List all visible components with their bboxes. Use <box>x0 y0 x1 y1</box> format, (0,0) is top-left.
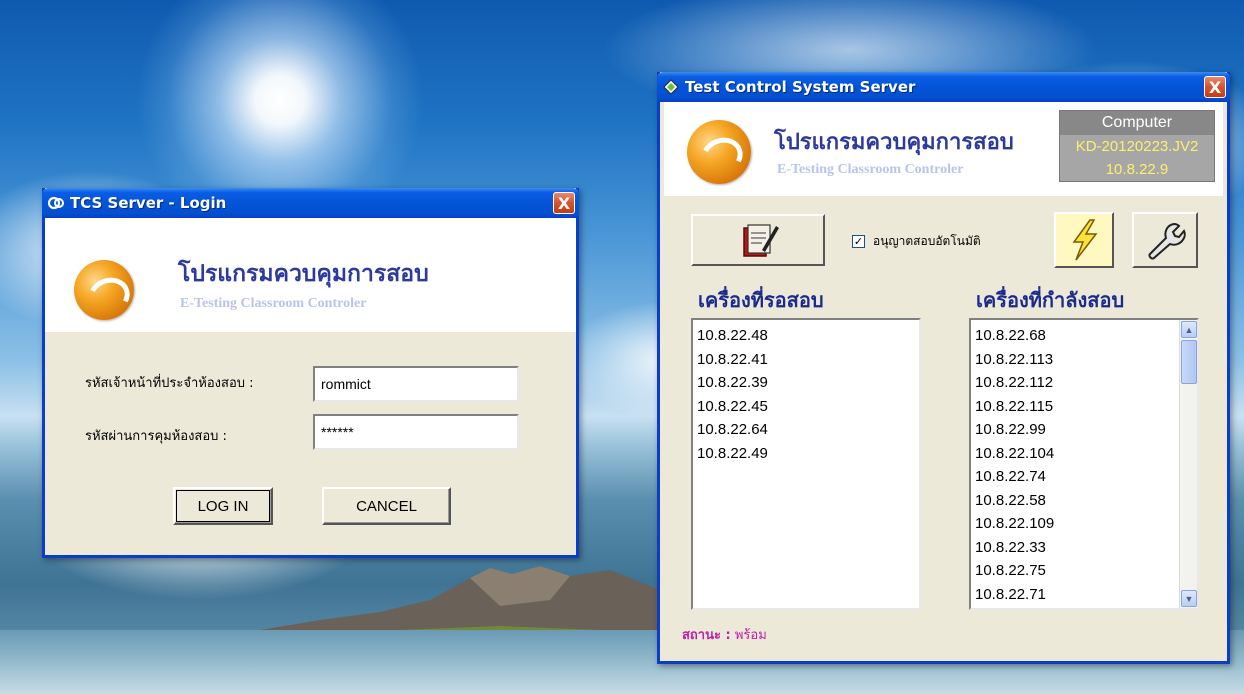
list-item[interactable]: 10.8.22.109 <box>975 512 1193 536</box>
computer-name: KD-20120223.JV2 <box>1075 138 1199 155</box>
tcs-icon <box>48 195 64 211</box>
list-item[interactable]: 10.8.22.68 <box>975 324 1193 348</box>
officer-id-field[interactable]: rommict <box>313 366 519 402</box>
list-item[interactable]: 10.8.22.113 <box>975 348 1193 372</box>
logo-english-title: E-Testing Classroom Controler <box>180 296 367 311</box>
exam-form-button[interactable] <box>691 214 825 266</box>
login-banner: โปรแกรมควบคุมการสอบ E-Testing Classroom … <box>45 218 576 332</box>
status-value: พร้อม <box>734 628 767 643</box>
list-item[interactable]: 10.8.22.104 <box>975 442 1193 466</box>
cancel-button[interactable]: CANCEL <box>322 487 451 525</box>
password-field[interactable]: ****** <box>313 414 519 450</box>
computer-header: Computer <box>1060 111 1214 135</box>
computer-info-box: Computer KD-20120223.JV2 10.8.22.9 <box>1059 110 1215 182</box>
list-item[interactable]: 10.8.22.33 <box>975 536 1193 560</box>
login-titlebar[interactable]: TCS Server - Login X <box>42 188 579 218</box>
e-testing-logo-icon <box>74 260 134 320</box>
logo-thai-title: โปรแกรมควบคุมการสอบ <box>774 129 1014 155</box>
logo-english-title: E-Testing Classroom Controler <box>777 162 964 177</box>
server-window-title: Test Control System Server <box>685 78 916 96</box>
list-item[interactable]: 10.8.22.64 <box>697 418 915 442</box>
auto-allow-row: ✓ อนุญาตสอบอัตโนมัติ <box>852 232 981 251</box>
testing-list-scrollbar[interactable]: ▲ ▼ <box>1179 320 1197 608</box>
waiting-list[interactable]: 10.8.22.48 10.8.22.41 10.8.22.39 10.8.22.45… <box>691 318 921 610</box>
list-item[interactable]: 10.8.22.58 <box>975 489 1193 513</box>
server-banner: โปรแกรมควบคุมการสอบ E-Testing Classroom … <box>664 102 1223 196</box>
waiting-list-heading: เครื่องที่รอสอบ <box>698 288 824 312</box>
e-testing-logo-icon <box>687 120 751 184</box>
list-item[interactable]: 10.8.22.49 <box>697 442 915 466</box>
list-item[interactable]: 10.8.22.75 <box>975 559 1193 583</box>
login-close-button[interactable]: X <box>553 192 575 214</box>
login-window-title: TCS Server - Login <box>70 194 227 212</box>
scroll-down-arrow-icon[interactable]: ▼ <box>1181 590 1197 607</box>
list-item[interactable]: 10.8.22.39 <box>697 371 915 395</box>
list-item[interactable]: 10.8.22.112 <box>975 371 1193 395</box>
scroll-thumb[interactable] <box>1181 340 1197 384</box>
list-item[interactable]: 10.8.22.41 <box>697 348 915 372</box>
list-item[interactable]: 10.8.22.71 <box>975 583 1193 607</box>
list-item[interactable]: 10.8.22.74 <box>975 465 1193 489</box>
scroll-up-arrow-icon[interactable]: ▲ <box>1181 321 1197 338</box>
login-window: TCS Server - Login X โปรแกรมควบคุมการสอบ… <box>42 188 579 558</box>
wrench-icon <box>1148 222 1186 260</box>
status-bar: สถานะ : พร้อม <box>682 624 767 645</box>
auto-allow-checkbox[interactable]: ✓ <box>852 235 865 248</box>
list-item[interactable]: 10.8.22.45 <box>697 395 915 419</box>
testing-list[interactable]: 10.8.22.68 10.8.22.113 10.8.22.112 10.8.22.… <box>969 318 1199 610</box>
lightning-icon <box>1072 219 1098 261</box>
password-label: รหัสผ่านการคุมห้องสอบ : <box>85 429 227 444</box>
list-item[interactable]: 10.8.22.115 <box>975 395 1193 419</box>
password-row: รหัสผ่านการคุมห้องสอบ : <box>85 425 227 446</box>
settings-button[interactable] <box>1132 212 1198 268</box>
computer-ip: 10.8.22.9 <box>1105 161 1169 178</box>
list-item[interactable]: 10.8.22.48 <box>697 324 915 348</box>
start-exam-button[interactable] <box>1054 212 1114 268</box>
tcs-diamond-icon <box>663 79 679 95</box>
exam-form-icon <box>743 224 779 257</box>
officer-id-label: รหัสเจ้าหน้าที่ประจำห้องสอบ : <box>85 376 254 391</box>
login-button[interactable]: LOG IN <box>173 487 273 525</box>
auto-allow-label: อนุญาตสอบอัตโนมัติ <box>873 234 981 248</box>
logo-thai-title: โปรแกรมควบคุมการสอบ <box>178 260 429 287</box>
server-close-button[interactable]: X <box>1204 76 1226 98</box>
status-label: สถานะ : <box>682 628 731 643</box>
server-titlebar[interactable]: Test Control System Server X <box>657 72 1230 102</box>
list-item[interactable]: 10.8.22.99 <box>975 418 1193 442</box>
server-window: Test Control System Server X โปรแกรมควบค… <box>657 72 1230 664</box>
testing-list-heading: เครื่องที่กำลังสอบ <box>976 288 1125 312</box>
officer-row: รหัสเจ้าหน้าที่ประจำห้องสอบ : <box>85 372 254 393</box>
